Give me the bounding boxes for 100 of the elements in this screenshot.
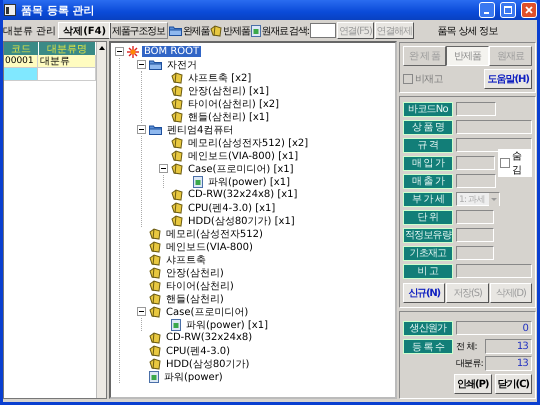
tree-item[interactable]: 메모리(삼성전자512) [x2] xyxy=(186,136,310,150)
field-label: 단 위 xyxy=(403,210,453,224)
folder-icon xyxy=(149,59,162,70)
tree-item[interactable]: 핸들(삼천리) xyxy=(164,292,226,306)
input-field[interactable] xyxy=(456,120,532,134)
box-icon xyxy=(149,280,161,292)
input-field[interactable] xyxy=(456,246,494,260)
dialog-button[interactable]: 닫기(C) xyxy=(494,374,532,394)
count-label: 대분류: xyxy=(456,358,483,370)
scroll-up-icon[interactable] xyxy=(98,44,106,52)
cost-field: 0 xyxy=(456,321,532,335)
checkbox-label: 비재고 xyxy=(415,73,443,86)
tree-item[interactable]: HDD(삼성80기가) xyxy=(164,356,252,370)
tree-item[interactable]: 메인보드(VIA-800) xyxy=(164,240,255,254)
tree-item[interactable]: Case(프로미디어) xyxy=(164,304,250,318)
panel-title: 대분류 관리 xyxy=(3,24,56,38)
field-label: 바코드No xyxy=(403,102,453,116)
tree-item[interactable]: 자전거 xyxy=(165,58,199,72)
box-icon xyxy=(171,214,183,226)
input-field[interactable] xyxy=(456,102,496,116)
window-title: 품목 등록 관리 xyxy=(21,2,95,18)
panel-title: 제품구조정보 xyxy=(109,22,168,39)
tree-item[interactable]: 메모리(삼성전자512) xyxy=(164,226,265,240)
app-icon xyxy=(4,4,16,16)
tree-item[interactable]: 메인보드(VIA-800) [x1] xyxy=(186,148,300,162)
legend-label: 원재료 xyxy=(262,24,288,38)
field-label: 비 고 xyxy=(403,264,453,278)
tree-item[interactable]: 파워(power) xyxy=(162,370,225,384)
search-field[interactable] xyxy=(310,23,336,38)
box-icon xyxy=(171,136,183,148)
tree-item[interactable]: CPU(펜4-3.0) [x1] xyxy=(186,200,278,214)
expand-toggle-icon[interactable] xyxy=(137,307,146,316)
new-row-cell[interactable] xyxy=(4,68,38,81)
field-label: 기초재고 xyxy=(403,246,453,260)
field-label: 등 록 수 xyxy=(403,339,453,354)
grid-row[interactable]: 00001 대분류 xyxy=(4,55,96,68)
box-icon xyxy=(171,162,183,174)
box-icon xyxy=(171,72,183,84)
checkbox[interactable] xyxy=(500,158,510,168)
document-icon xyxy=(171,318,181,330)
tree-item[interactable]: CPU(펜4-3.0) xyxy=(164,344,232,358)
tree-item[interactable]: Case(프로미디어) [x1] xyxy=(186,162,296,176)
tree-item[interactable]: 타이어(삼천리) [x2] xyxy=(186,96,282,110)
input-field[interactable] xyxy=(456,156,496,170)
tree-item[interactable]: 안장(삼천리) xyxy=(164,266,226,280)
input-field[interactable] xyxy=(456,264,532,278)
document-icon xyxy=(250,24,261,36)
expand-toggle-icon[interactable] xyxy=(159,164,168,173)
box-icon xyxy=(149,266,161,278)
close-button[interactable] xyxy=(521,2,537,18)
tree-item[interactable]: BOM ROOT xyxy=(142,46,202,57)
box-icon xyxy=(171,84,183,96)
maximize-icon[interactable] xyxy=(504,6,512,14)
box-icon xyxy=(171,150,183,162)
expand-toggle-icon[interactable] xyxy=(137,125,146,134)
box-icon xyxy=(149,240,161,252)
tree-item[interactable]: 안장(삼천리) [x1] xyxy=(186,84,272,98)
document-icon xyxy=(193,176,203,188)
tree-item[interactable]: 파워(power) [x1] xyxy=(206,174,292,188)
box-icon xyxy=(149,292,161,304)
folder-icon xyxy=(168,25,182,36)
field-label: 상 품 명 xyxy=(403,120,453,134)
count-field: 13 xyxy=(484,339,532,354)
tree-item[interactable]: 샤프트축 [x2] xyxy=(186,70,254,84)
tree-item[interactable]: 파워(power) [x1] xyxy=(184,318,270,332)
minimize-button[interactable] xyxy=(479,2,495,18)
dialog-button[interactable]: 인쇄(P) xyxy=(454,374,492,394)
legend-label: 완제품 xyxy=(182,24,210,38)
field-label: 부 가 세 xyxy=(403,192,453,206)
tree-item[interactable]: 핸들(삼천리) [x1] xyxy=(186,110,272,124)
count-field: 13 xyxy=(484,356,532,371)
tree-item[interactable]: CD-RW(32x24x8) xyxy=(164,332,254,343)
delete-button[interactable]: 삭제(F4) xyxy=(58,22,112,39)
box-icon xyxy=(149,254,161,266)
box-icon xyxy=(149,228,161,240)
action-button[interactable]: 신규(N) xyxy=(403,283,446,303)
box-icon xyxy=(149,332,161,344)
search-label: 검색: xyxy=(289,24,309,38)
tree-item[interactable]: HDD(삼성80기가) [x1] xyxy=(186,214,297,228)
close-icon[interactable] xyxy=(525,6,533,14)
box-icon xyxy=(149,306,161,318)
document-icon xyxy=(149,370,159,382)
input-field[interactable] xyxy=(456,174,496,188)
tree-item[interactable]: CD-RW(32x24x8) [x1] xyxy=(186,189,300,200)
expand-toggle-icon[interactable] xyxy=(137,60,146,69)
tree-item[interactable]: 펜티엄4컴퓨터 xyxy=(165,122,236,136)
box-icon xyxy=(149,344,161,356)
maximize-button[interactable] xyxy=(500,2,516,18)
tree-item[interactable]: 타이어(삼천리) xyxy=(164,278,236,292)
input-field[interactable] xyxy=(456,210,494,224)
help-button[interactable]: 도움말(H) xyxy=(484,69,532,89)
input-field[interactable] xyxy=(456,138,532,152)
scrollbar[interactable] xyxy=(96,42,106,398)
input-field[interactable] xyxy=(456,228,494,242)
box-icon xyxy=(149,358,161,370)
box-icon xyxy=(171,98,183,110)
expand-toggle-icon[interactable] xyxy=(115,47,124,56)
box-icon xyxy=(171,110,183,122)
tree-item[interactable]: 샤프트축 xyxy=(164,252,208,266)
field-label: 적정보유량 xyxy=(403,228,453,242)
